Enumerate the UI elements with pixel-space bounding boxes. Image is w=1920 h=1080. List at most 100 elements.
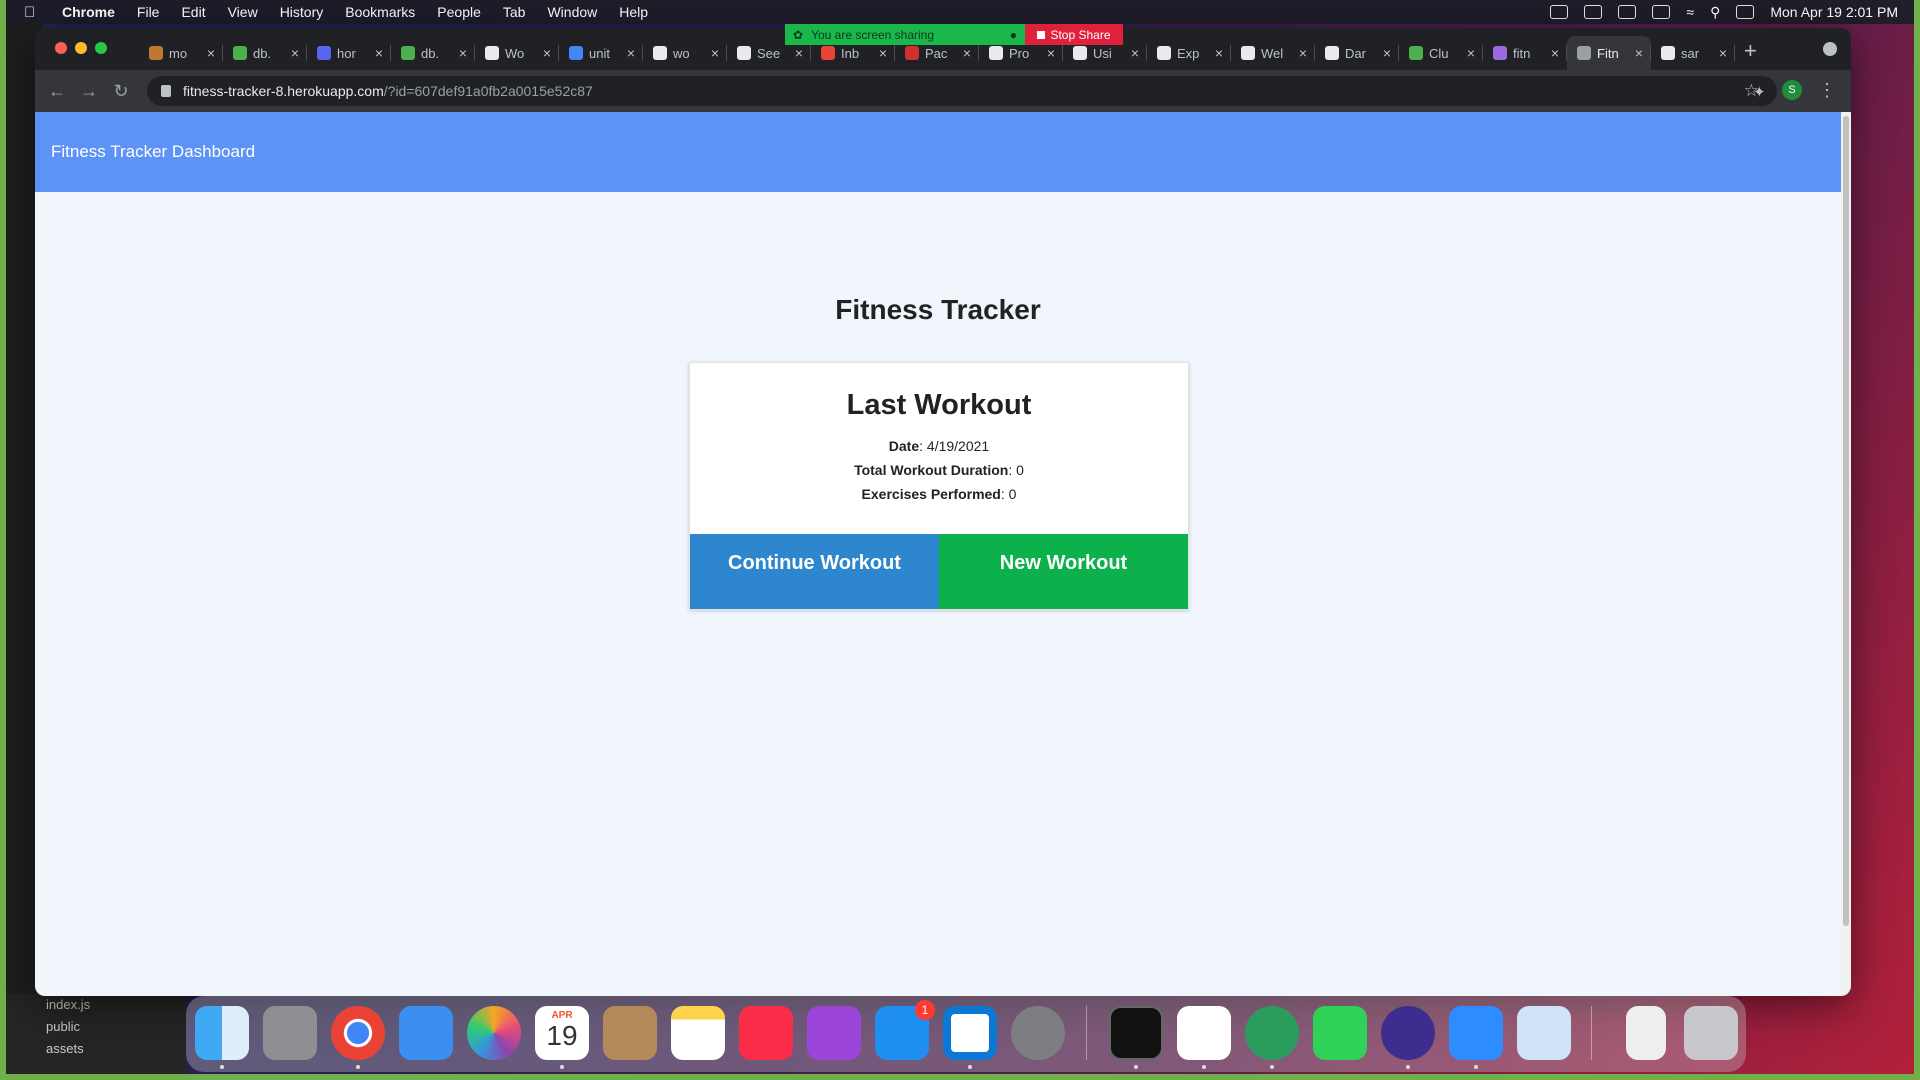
browser-tab[interactable]: hor × [307, 36, 391, 70]
explorer-folder-public[interactable]: public [6, 1016, 186, 1038]
app-store-icon[interactable]: 1 [875, 1000, 935, 1060]
menu-window[interactable]: Window [547, 4, 597, 20]
tab-search-icon[interactable] [1823, 42, 1837, 56]
explorer-folder-assets[interactable]: assets [6, 1038, 186, 1060]
menubar-clock[interactable]: Mon Apr 19 2:01 PM [1770, 4, 1898, 20]
minimize-window-button[interactable] [75, 42, 87, 54]
tab-close-icon[interactable]: × [795, 45, 803, 61]
lock-icon[interactable] [161, 85, 171, 97]
browser-tab[interactable]: db. × [223, 36, 307, 70]
browser-tab[interactable]: unit × [559, 36, 643, 70]
running-indicator [968, 1065, 972, 1069]
terminal-icon[interactable] [1109, 1006, 1163, 1060]
tab-close-icon[interactable]: × [627, 45, 635, 61]
browser-tab[interactable]: Fitn × [1567, 36, 1651, 70]
new-workout-button[interactable]: New Workout [939, 534, 1188, 609]
address-bar[interactable]: fitness-tracker-8.herokuapp.com/?id=607d… [147, 76, 1777, 106]
menu-tab[interactable]: Tab [503, 4, 526, 20]
preview-icon[interactable] [1517, 1006, 1571, 1060]
menu-edit[interactable]: Edit [181, 4, 205, 20]
video-icon[interactable] [1550, 5, 1569, 19]
menu-people[interactable]: People [437, 4, 481, 20]
tab-close-icon[interactable]: × [1551, 45, 1559, 61]
podcasts-icon[interactable] [807, 1006, 861, 1060]
apple-icon[interactable]:  [24, 4, 38, 21]
tab-close-icon[interactable]: × [1635, 45, 1643, 61]
tab-close-icon[interactable]: × [375, 45, 383, 61]
tab-favicon-icon [737, 46, 751, 60]
menu-help[interactable]: Help [619, 4, 648, 20]
battery-icon[interactable] [1652, 5, 1671, 19]
browser-tab[interactable]: mo × [139, 36, 223, 70]
menu-app-name[interactable]: Chrome [62, 4, 115, 20]
wifi-icon[interactable]: ≈ [1686, 4, 1694, 20]
browser-tab[interactable]: wo × [643, 36, 727, 70]
explorer-file-index[interactable]: index.js [6, 994, 186, 1016]
mongodb-compass-icon[interactable] [1245, 1006, 1299, 1060]
browser-tab[interactable]: db. × [391, 36, 475, 70]
calendar-icon[interactable]: APR 19 [535, 1006, 589, 1060]
messages-icon[interactable] [1313, 1006, 1367, 1060]
browser-tab[interactable]: Clu × [1399, 36, 1483, 70]
window-icon[interactable] [1584, 5, 1603, 19]
browser-tab[interactable]: Exp × [1147, 36, 1231, 70]
tab-close-icon[interactable]: × [1719, 45, 1727, 61]
tab-favicon-icon [1241, 46, 1255, 60]
slack-icon[interactable] [1177, 1006, 1231, 1060]
tab-close-icon[interactable]: × [1047, 45, 1055, 61]
tab-close-icon[interactable]: × [1299, 45, 1307, 61]
chrome-icon[interactable] [331, 1006, 385, 1060]
zoom-icon[interactable] [1449, 1006, 1503, 1060]
reload-icon[interactable]: ↻ [105, 81, 137, 102]
navbar-brand[interactable]: Fitness Tracker Dashboard [51, 142, 255, 162]
tab-close-icon[interactable]: × [543, 45, 551, 61]
search-icon[interactable]: ⚲ [1710, 4, 1720, 21]
forward-arrow-icon[interactable]: → [73, 81, 105, 102]
browser-tab[interactable]: sar × [1651, 36, 1735, 70]
new-tab-button[interactable]: + [1744, 38, 1757, 64]
menu-history[interactable]: History [280, 4, 324, 20]
scrollbar-thumb[interactable] [1843, 116, 1849, 926]
page-scrollbar[interactable] [1841, 112, 1851, 996]
control-center-icon[interactable] [1736, 5, 1755, 19]
photos-icon[interactable] [467, 1006, 521, 1060]
zip-archive-icon[interactable] [1626, 1006, 1666, 1060]
extensions-puzzle-icon[interactable]: ✦ [1753, 83, 1766, 101]
screen-share-bar: ✿ You are screen sharing ● Stop Share [785, 24, 1123, 45]
browser-tab[interactable]: Dar × [1315, 36, 1399, 70]
stop-share-button[interactable]: Stop Share [1025, 24, 1123, 45]
tab-close-icon[interactable]: × [963, 45, 971, 61]
tab-close-icon[interactable]: × [1131, 45, 1139, 61]
browser-tab[interactable]: Wo × [475, 36, 559, 70]
tab-close-icon[interactable]: × [711, 45, 719, 61]
notes-icon[interactable] [671, 1006, 725, 1060]
launchpad-icon[interactable] [263, 1006, 317, 1060]
trash-icon[interactable] [1684, 1006, 1738, 1060]
browser-tab[interactable]: fitn × [1483, 36, 1567, 70]
mail-icon[interactable] [399, 1006, 453, 1060]
finder-icon[interactable] [195, 1006, 249, 1060]
contacts-icon[interactable] [603, 1006, 657, 1060]
menu-file[interactable]: File [137, 4, 160, 20]
menu-bookmarks[interactable]: Bookmarks [345, 4, 415, 20]
tab-close-icon[interactable]: × [1215, 45, 1223, 61]
tab-close-icon[interactable]: × [1467, 45, 1475, 61]
browser-tab[interactable]: Wel × [1231, 36, 1315, 70]
tab-close-icon[interactable]: × [291, 45, 299, 61]
profile-avatar[interactable]: S [1782, 80, 1802, 100]
browser-menu-icon[interactable]: ⋮ [1818, 80, 1836, 101]
system-preferences-icon[interactable] [1011, 1006, 1065, 1060]
zoom-window-button[interactable] [95, 42, 107, 54]
back-arrow-icon[interactable]: ← [41, 81, 73, 102]
browser-moon-icon[interactable] [1381, 1006, 1435, 1060]
screen-share-icon[interactable] [1618, 5, 1637, 19]
tab-close-icon[interactable]: × [879, 45, 887, 61]
tab-close-icon[interactable]: × [207, 45, 215, 61]
tab-close-icon[interactable]: × [459, 45, 467, 61]
music-icon[interactable] [739, 1006, 793, 1060]
menu-view[interactable]: View [228, 4, 258, 20]
vscode-icon[interactable] [943, 1006, 997, 1060]
continue-workout-button[interactable]: Continue Workout [690, 534, 939, 609]
close-window-button[interactable] [55, 42, 67, 54]
tab-close-icon[interactable]: × [1383, 45, 1391, 61]
